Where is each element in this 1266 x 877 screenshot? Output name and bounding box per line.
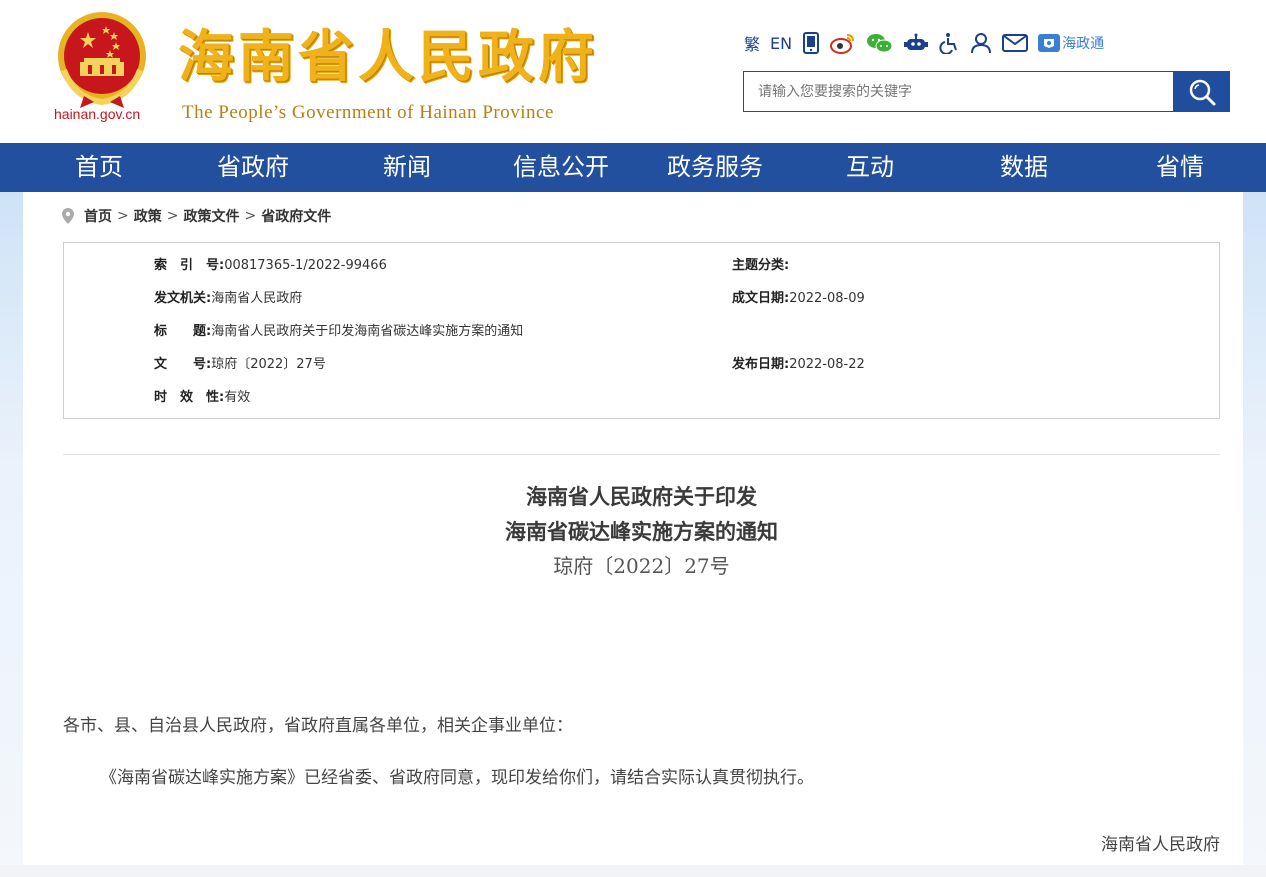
mail-icon[interactable] xyxy=(1002,30,1029,56)
nav-item-province-info[interactable]: 省情 xyxy=(1156,143,1204,192)
article-body-paragraph: 《海南省碳达峰实施方案》已经省委、省政府同意，现印发给你们，请结合实际认真贯彻执… xyxy=(100,768,814,788)
meta-index-value: 00817365-1/2022-99466 xyxy=(224,258,387,273)
meta-created-row: 成文日期:2022-08-09 xyxy=(732,289,865,309)
article-signature: 海南省人民政府 xyxy=(1101,835,1220,855)
search-input[interactable] xyxy=(743,71,1174,112)
meta-created-value: 2022-08-09 xyxy=(789,291,865,306)
nav-item-interaction[interactable]: 互动 xyxy=(846,143,894,192)
breadcrumb-home[interactable]: 首页 xyxy=(84,206,112,226)
wechat-icon[interactable] xyxy=(866,30,894,56)
user-icon[interactable] xyxy=(970,30,992,56)
meta-issuer-row: 发文机关:海南省人民政府 xyxy=(154,289,302,309)
meta-created-label: 成文日期: xyxy=(732,291,790,306)
meta-published-value: 2022-08-22 xyxy=(789,357,865,372)
national-emblem-icon[interactable] xyxy=(54,10,150,110)
nav-item-data[interactable]: 数据 xyxy=(1000,143,1048,192)
breadcrumb-policy[interactable]: 政策 xyxy=(134,206,162,226)
domain-text: hainan.gov.cn xyxy=(54,106,141,122)
nav-item-information-disclosure[interactable]: 信息公开 xyxy=(513,143,609,192)
mobile-icon[interactable] xyxy=(802,30,820,56)
breadcrumb-provincial-documents[interactable]: 省政府文件 xyxy=(261,206,331,226)
meta-title-value: 海南省人民政府关于印发海南省碳达峰实施方案的通知 xyxy=(211,324,524,339)
robot-icon[interactable] xyxy=(904,30,929,56)
nav-item-news[interactable]: 新闻 xyxy=(383,143,431,192)
meta-topic-row: 主题分类: xyxy=(732,256,789,276)
right-background-strip xyxy=(1243,192,1266,877)
site-subtitle: The People’s Government of Hainan Provin… xyxy=(182,102,554,123)
nav-item-home[interactable]: 首页 xyxy=(75,143,123,192)
meta-issuer-label: 发文机关: xyxy=(154,291,212,306)
meta-topic-label: 主题分类: xyxy=(732,258,790,273)
meta-docno-label: 文 号: xyxy=(154,357,212,372)
site-title[interactable]: 海南省人民政府 xyxy=(178,26,598,90)
breadcrumb: 首页 > 政策 > 政策文件 > 省政府文件 xyxy=(62,206,331,226)
haizhengtong-icon xyxy=(1038,34,1061,52)
meta-published-label: 发布日期: xyxy=(732,357,790,372)
meta-published-row: 发布日期:2022-08-22 xyxy=(732,355,865,375)
location-pin-icon xyxy=(62,208,74,224)
nav-item-government-services[interactable]: 政务服务 xyxy=(667,143,763,192)
article-title-line-1: 海南省人民政府关于印发 xyxy=(526,484,757,509)
bottom-background-strip xyxy=(0,865,1266,877)
meta-title-row: 标 题:海南省人民政府关于印发海南省碳达峰实施方案的通知 xyxy=(154,322,523,342)
meta-docno-value: 琼府〔2022〕27号 xyxy=(211,357,326,372)
weibo-icon[interactable] xyxy=(830,30,856,56)
meta-index-row: 索 引 号:00817365-1/2022-99466 xyxy=(154,256,387,276)
traditional-chinese-link[interactable]: 繁 xyxy=(744,30,760,56)
content-divider xyxy=(63,454,1220,455)
meta-validity-value: 有效 xyxy=(224,390,251,405)
meta-index-label: 索 引 号: xyxy=(154,258,225,273)
search-icon xyxy=(1189,79,1215,105)
site-header: hainan.gov.cn 海南省人民政府 The People’s Gover… xyxy=(0,0,1266,143)
header-toolbar: 繁 EN 海政通 xyxy=(744,30,1114,56)
english-link[interactable]: EN xyxy=(770,30,792,56)
meta-validity-row: 时 效 性:有效 xyxy=(154,388,250,408)
breadcrumb-policy-documents[interactable]: 政策文件 xyxy=(183,206,239,226)
meta-title-label: 标 题: xyxy=(154,324,212,339)
breadcrumb-separator: > xyxy=(244,208,257,224)
haizhengtong-label: 海政通 xyxy=(1062,36,1105,52)
meta-validity-label: 时 效 性: xyxy=(154,390,225,405)
meta-issuer-value: 海南省人民政府 xyxy=(211,291,303,306)
breadcrumb-separator: > xyxy=(117,208,129,224)
article-salutation: 各市、县、自治县人民政府，省政府直属各单位，相关企事业单位： xyxy=(63,716,573,736)
main-nav: 首页 省政府 新闻 信息公开 政务服务 互动 数据 省情 xyxy=(0,143,1266,192)
document-metadata-box: 索 引 号:00817365-1/2022-99466 主题分类: 发文机关:海… xyxy=(63,242,1220,419)
article-doc-number: 琼府〔2022〕27号 xyxy=(553,554,730,578)
search-button[interactable] xyxy=(1173,71,1230,112)
meta-docno-row: 文 号:琼府〔2022〕27号 xyxy=(154,355,326,375)
article-title-line-2: 海南省碳达峰实施方案的通知 xyxy=(505,519,778,544)
haizhengtong-link[interactable]: 海政通 xyxy=(1038,30,1104,56)
accessibility-icon[interactable] xyxy=(938,30,960,56)
breadcrumb-separator: > xyxy=(166,208,179,224)
nav-item-provincial-government[interactable]: 省政府 xyxy=(217,143,289,192)
left-background-strip xyxy=(0,192,23,877)
